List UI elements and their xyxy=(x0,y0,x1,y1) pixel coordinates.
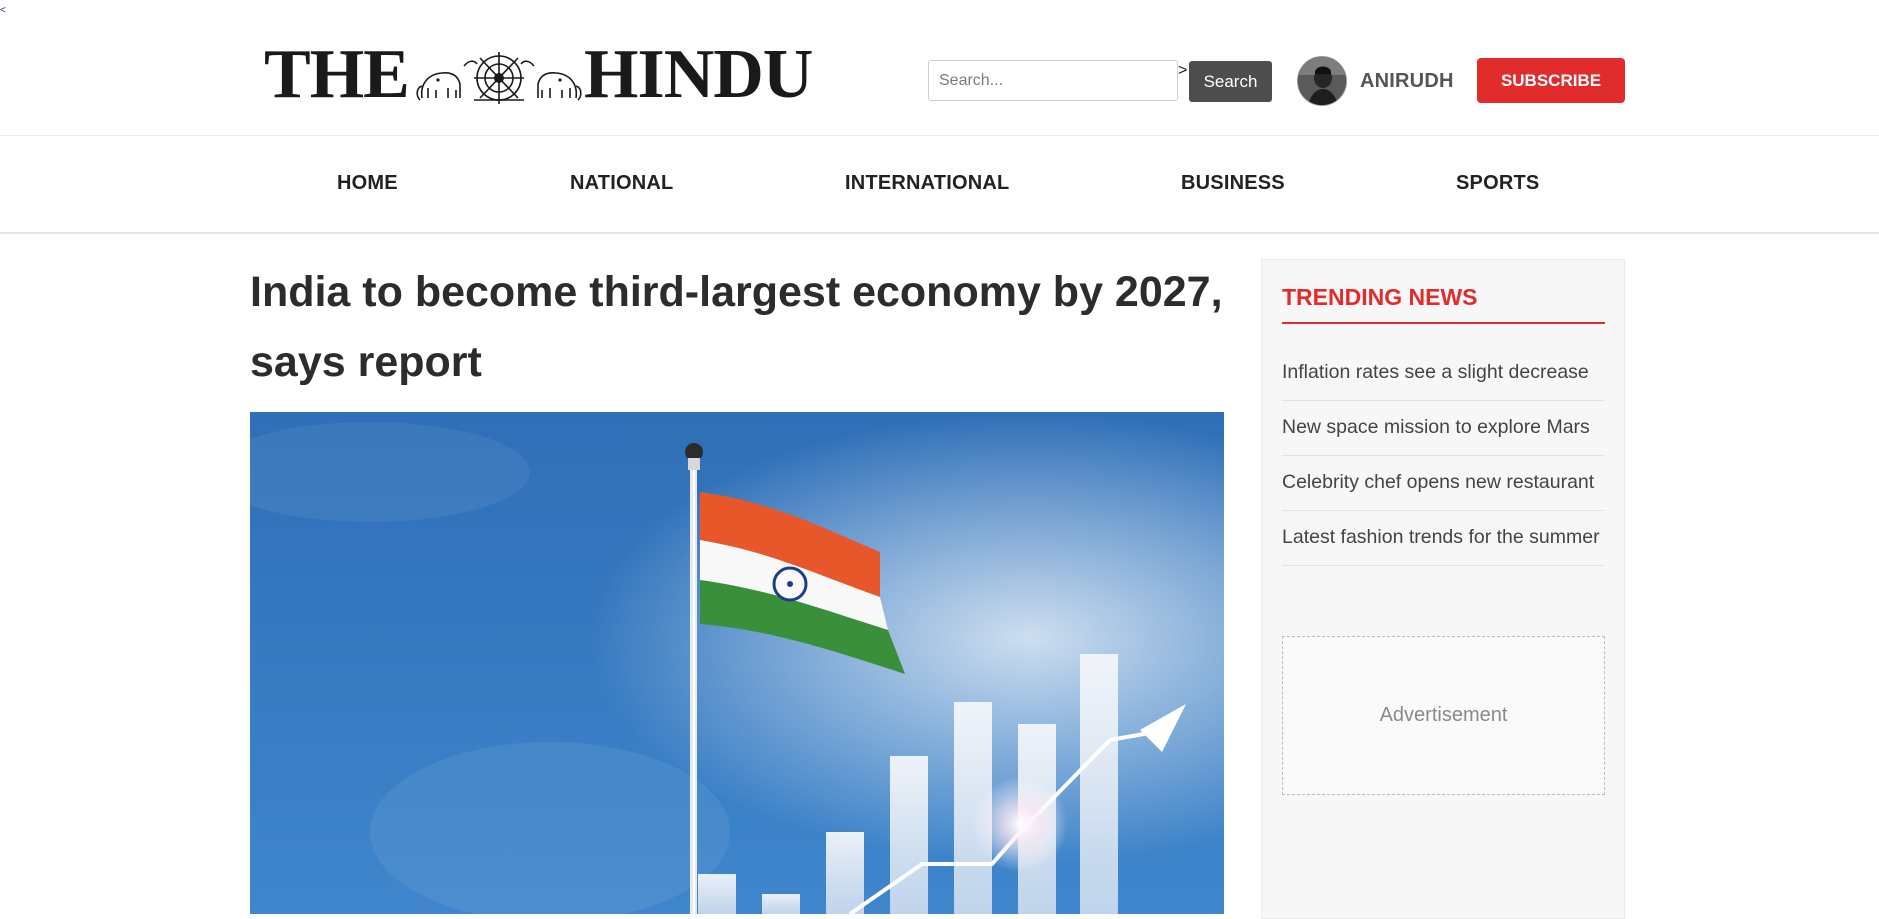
trending-item[interactable]: Latest fashion trends for the summer xyxy=(1282,511,1605,566)
nav-item-international[interactable]: INTERNATIONAL xyxy=(845,172,1009,195)
search-input[interactable] xyxy=(928,60,1178,101)
nav-item-business[interactable]: BUSINESS xyxy=(1181,172,1285,195)
trending-item[interactable]: Inflation rates see a slight decrease xyxy=(1282,346,1605,401)
article-headline: India to become third-largest economy by… xyxy=(250,268,1223,386)
trending-item[interactable]: New space mission to explore Mars xyxy=(1282,401,1605,456)
logo-text-the: THE xyxy=(264,36,410,113)
user-profile[interactable]: ANIRUDH xyxy=(1297,55,1454,107)
logo-text-hindu: HINDU xyxy=(584,36,813,113)
article-hero-image[interactable] xyxy=(250,412,1224,914)
avatar-photo-icon xyxy=(1298,57,1346,105)
site-header: THE HINDU Search... > Search ANIRUDH SUB… xyxy=(0,0,1879,136)
trending-divider xyxy=(1282,322,1605,324)
advertisement-slot[interactable]: Advertisement xyxy=(1282,636,1605,795)
nav-item-national[interactable]: NATIONAL xyxy=(570,172,673,195)
site-logo[interactable]: THE HINDU xyxy=(264,36,830,113)
subscribe-button[interactable]: SUBSCRIBE xyxy=(1477,58,1625,103)
flag-growth-chart-image xyxy=(250,412,1224,914)
trending-title: TRENDING NEWS xyxy=(1282,284,1478,310)
nav-item-sports[interactable]: SPORTS xyxy=(1456,172,1539,195)
trending-item[interactable]: Celebrity chef opens new restaurant xyxy=(1282,456,1605,511)
avatar[interactable] xyxy=(1297,56,1347,106)
user-name[interactable]: ANIRUDH xyxy=(1360,70,1454,93)
search-button[interactable]: Search xyxy=(1189,61,1272,102)
trending-list: Inflation rates see a slight decrease Ne… xyxy=(1282,346,1605,566)
logo-emblem-icon xyxy=(416,52,582,104)
trending-sidebar: TRENDING NEWS Inflation rates see a slig… xyxy=(1261,259,1625,919)
nav-item-home[interactable]: HOME xyxy=(337,172,398,195)
main-nav: HOME NATIONAL INTERNATIONAL BUSINESS SPO… xyxy=(0,136,1879,234)
search-caret: > xyxy=(1178,62,1188,79)
